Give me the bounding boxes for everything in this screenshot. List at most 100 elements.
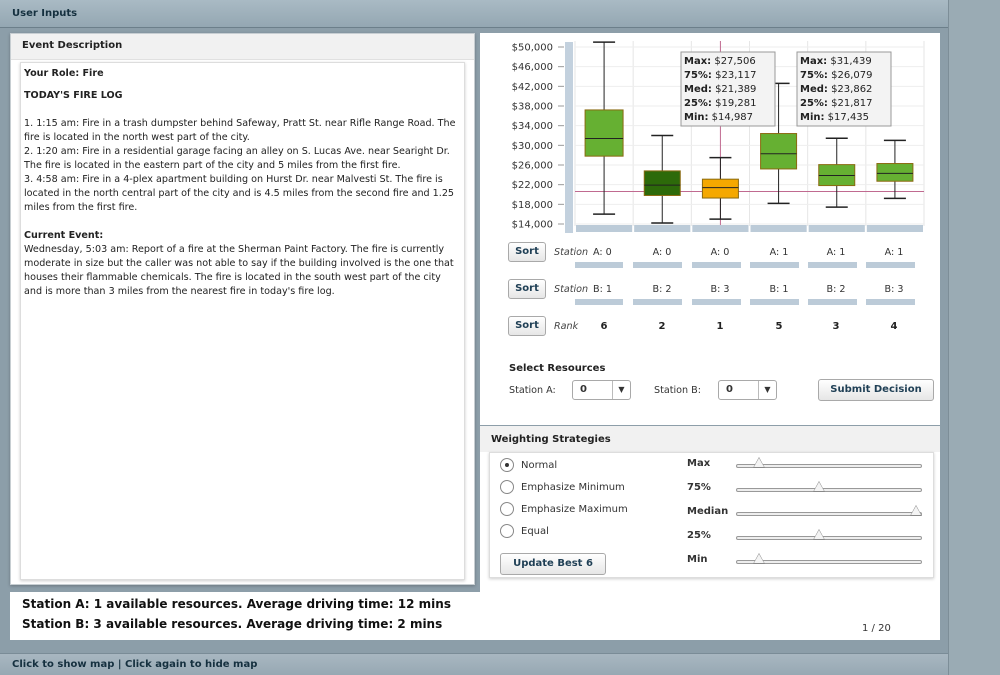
y-tick-label: $50,000 <box>512 43 553 54</box>
map-toggle-link[interactable]: Click to show map | Click again to hide … <box>12 659 257 670</box>
tooltip-line: Min: $17,435 <box>800 112 869 123</box>
tooltip-line: 75%: $23,117 <box>684 70 756 81</box>
fire-log-item: 1. 1:15 am: Fire in a trash dumpster beh… <box>24 118 456 143</box>
station-b-select[interactable]: 0 ▼ <box>718 380 777 400</box>
rank-row-label: Rank <box>554 321 579 332</box>
tooltip-line: 25%: $19,281 <box>684 98 756 109</box>
station-a-cell: A: 1 <box>884 247 904 258</box>
submit-decision-button[interactable]: Submit Decision <box>818 379 934 401</box>
row-divider <box>866 262 915 268</box>
x-axis-segment <box>808 225 865 232</box>
box <box>760 133 798 170</box>
select-resources-title: Select Resources <box>509 363 606 374</box>
status-panel: Station A: 1 available resources. Averag… <box>10 592 940 640</box>
row-divider <box>633 299 682 305</box>
weighting-strategies-panel: Weighting Strategies Normal Emphasize Mi… <box>480 426 940 592</box>
current-event-title: Current Event: <box>24 230 104 241</box>
station-b-cell: B: 2 <box>826 284 846 295</box>
radio-label: Emphasize Maximum <box>521 504 628 515</box>
station-b-select-label: Station B: <box>654 385 701 396</box>
slider-track[interactable] <box>736 488 922 492</box>
fire-log-title: TODAY'S FIRE LOG <box>24 90 123 101</box>
rank-cell: 4 <box>890 321 898 332</box>
station-a-select-value: 0 <box>580 384 587 395</box>
radio-normal[interactable] <box>500 458 514 472</box>
station-a-row-label: Station <box>554 247 589 258</box>
row-divider <box>866 299 915 305</box>
slider-thumb[interactable] <box>910 505 922 516</box>
station-a-select[interactable]: 0 ▼ <box>572 380 631 400</box>
chevron-down-icon[interactable]: ▼ <box>758 381 776 399</box>
y-tick-label: $22,000 <box>512 180 553 191</box>
y-tick-label: $46,000 <box>512 62 553 73</box>
y-axis-scrollbar[interactable] <box>565 42 573 233</box>
station-b-cell: B: 1 <box>769 284 789 295</box>
box <box>584 109 624 157</box>
slider-track[interactable] <box>736 512 922 516</box>
slider-thumb[interactable] <box>753 553 766 564</box>
radio-label: Equal <box>521 526 549 537</box>
rank-cell: 2 <box>658 321 666 332</box>
tooltip-line: Max: $27,506 <box>684 56 756 67</box>
station-a-select-label: Station A: <box>509 385 556 396</box>
tooltip-line: 25%: $21,817 <box>800 98 872 109</box>
x-axis-segment <box>866 225 923 232</box>
sort-station-b-button[interactable]: Sort <box>508 279 546 299</box>
role-label: Your Role: Fire <box>24 68 104 79</box>
y-tick-label: $38,000 <box>512 102 553 113</box>
radio-label: Normal <box>521 460 558 471</box>
sort-station-a-button[interactable]: Sort <box>508 242 546 262</box>
event-panel-header: Event Description <box>11 34 474 60</box>
row-divider <box>808 262 857 268</box>
boxplot-chart: $14,000 $18,000 $22,000 $26,000 $30,000 $34,0… <box>512 41 925 233</box>
x-axis-segment <box>576 225 633 232</box>
bottom-bar: Click to show map | Click again to hide … <box>0 653 948 675</box>
radio-emphasize-maximum[interactable] <box>500 502 514 516</box>
station-a-status: Station A: 1 available resources. Averag… <box>22 597 451 611</box>
x-axis-segment <box>750 225 807 232</box>
rank-cell: 6 <box>600 321 608 332</box>
station-b-select-value: 0 <box>726 384 733 395</box>
update-best-6-button[interactable]: Update Best 6 <box>500 553 606 575</box>
slider-label: Min <box>687 554 708 565</box>
sort-rank-button[interactable]: Sort <box>508 316 546 336</box>
slider-label: Median <box>687 506 729 517</box>
radio-emphasize-minimum[interactable] <box>500 480 514 494</box>
station-b-cell: B: 3 <box>884 284 904 295</box>
station-b-cell: B: 2 <box>652 284 672 295</box>
y-tick-label: $26,000 <box>512 161 553 172</box>
rank-cell: 3 <box>832 321 840 332</box>
station-b-cell: B: 1 <box>593 284 612 295</box>
row-divider <box>575 299 623 305</box>
slider-thumb[interactable] <box>753 457 766 468</box>
radio-equal[interactable] <box>500 524 514 538</box>
window-title: User Inputs <box>12 8 78 19</box>
fire-log-item: 2. 1:20 am: Fire in a residential garage… <box>24 146 450 171</box>
event-description-text: Your Role: Fire TODAY'S FIRE LOG 1. 1:15… <box>20 62 465 580</box>
y-tick-label: $34,000 <box>512 121 553 132</box>
station-b-status: Station B: 3 available resources. Averag… <box>22 617 443 631</box>
event-description-panel: Event Description Your Role: Fire TODAY'… <box>10 33 475 585</box>
station-b-row-label: Station <box>554 284 589 295</box>
station-a-cell: A: 0 <box>652 247 672 258</box>
current-event-text: Wednesday, 5:03 am: Report of a fire at … <box>24 244 454 297</box>
tooltip-line: Med: $21,389 <box>684 84 756 95</box>
slider-label: Max <box>687 458 711 469</box>
slider-track[interactable] <box>736 536 922 540</box>
y-tick-label: $18,000 <box>512 200 553 211</box>
radio-label: Emphasize Minimum <box>521 482 625 493</box>
row-divider <box>633 262 682 268</box>
page-indicator: 1 / 20 <box>862 623 891 634</box>
fire-log-item: 3. 4:58 am: Fire in a 4-plex apartment b… <box>24 174 455 213</box>
right-strip <box>948 0 1000 675</box>
tooltip-line: 75%: $26,079 <box>800 70 872 81</box>
slider-thumb[interactable] <box>812 481 825 492</box>
weighting-panel-title: Weighting Strategies <box>491 434 611 445</box>
box <box>701 178 739 199</box>
y-tick-label: $30,000 <box>512 141 553 152</box>
chevron-down-icon[interactable]: ▼ <box>612 381 630 399</box>
slider-thumb[interactable] <box>812 529 825 540</box>
slider-label: 25% <box>687 530 711 541</box>
row-divider <box>692 299 741 305</box>
tooltip-line: Max: $31,439 <box>800 56 872 67</box>
